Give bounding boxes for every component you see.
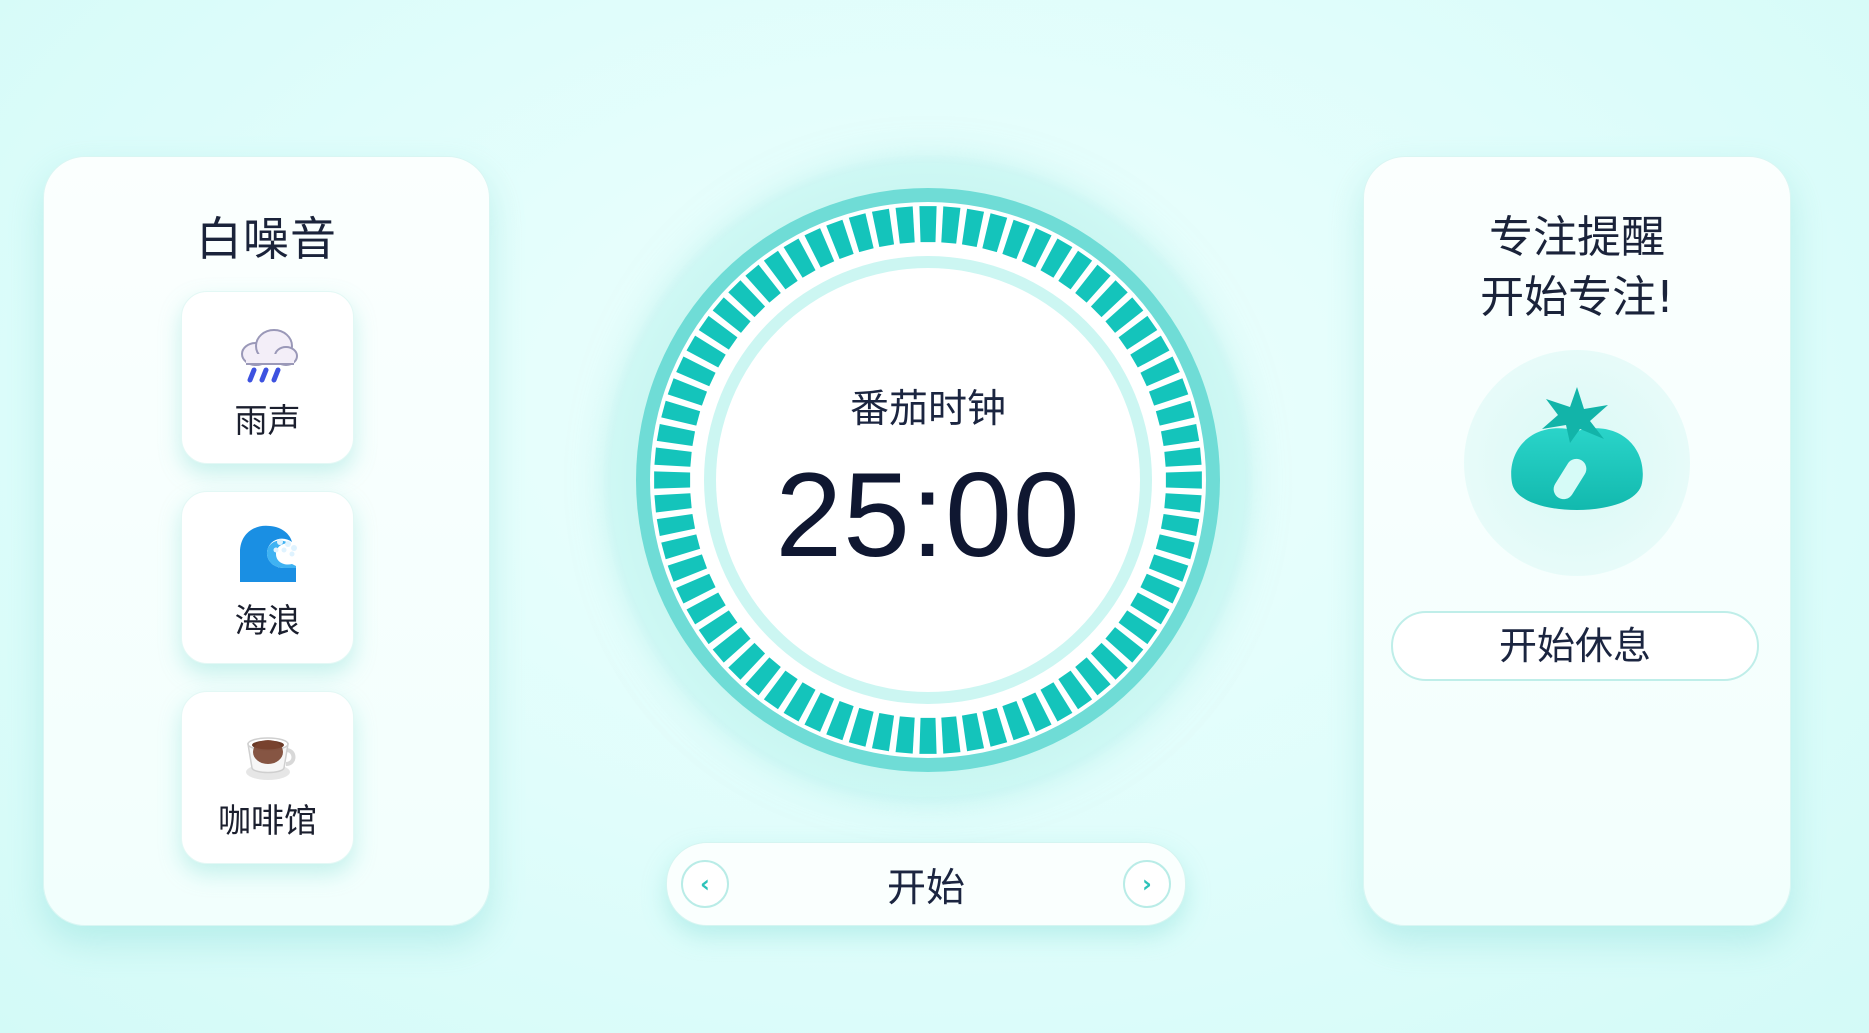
dial-tick [1165,471,1202,489]
tomato-icon [1511,387,1643,510]
start-button[interactable]: 开始 [817,857,1035,913]
white-noise-panel: 白噪音 雨声 海浪 咖啡馆 [43,156,490,926]
coffee-cup-icon [245,737,295,780]
sound-card-ocean[interactable]: 海浪 [181,491,354,664]
sound-label-ocean: 海浪 [234,601,301,640]
ocean-wave-icon [239,525,297,582]
next-button[interactable]: › [1123,860,1171,908]
focus-panel: 专注提醒 开始专注! 开始休息 [1363,156,1791,926]
dial-tick [919,206,937,243]
start-break-button[interactable]: 开始休息 [1391,611,1759,681]
sound-card-rain[interactable]: 雨声 [181,291,354,464]
sound-label-cafe: 咖啡馆 [218,801,317,840]
timer-countdown: 25:00 [775,448,1081,582]
rain-cloud-icon [240,329,298,383]
dial-tick [654,471,691,489]
white-noise-title: 白噪音 [196,212,337,266]
focus-reminder-title: 专注提醒 [1489,212,1665,263]
sound-label-rain: 雨声 [234,401,301,440]
focus-start-message: 开始专注! [1480,272,1674,323]
previous-button[interactable]: ‹ [681,860,729,908]
sound-card-cafe[interactable]: 咖啡馆 [181,691,354,864]
timer-control-bar: ‹ 开始 › [666,842,1186,926]
dial-tick [919,717,937,754]
timer-title: 番茄时钟 [849,387,1006,432]
